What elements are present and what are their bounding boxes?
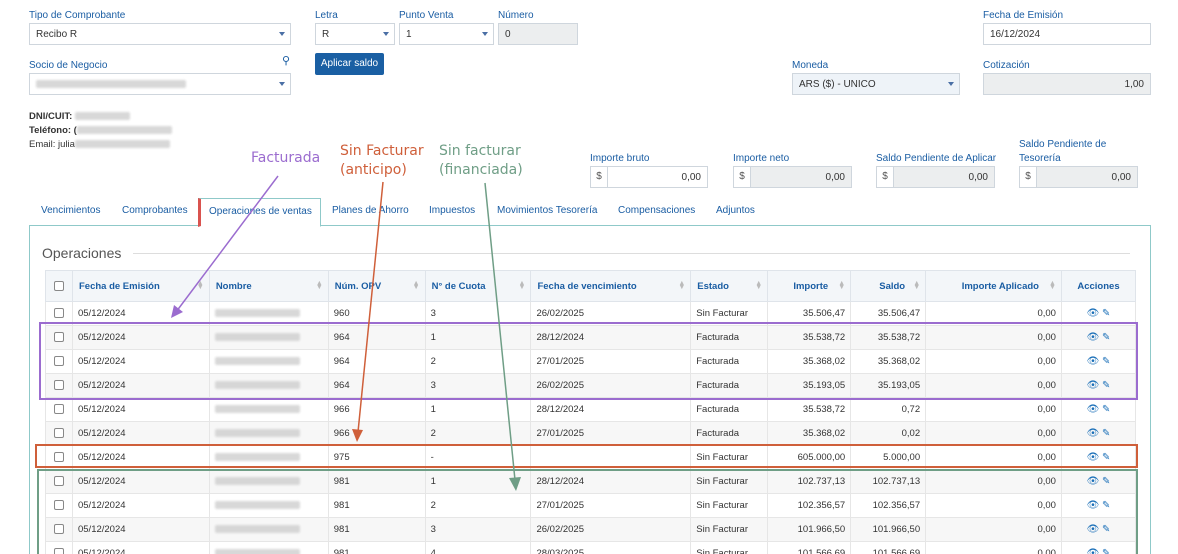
annotation-anticipo-2: (anticipo) (340, 162, 407, 178)
anticipo-arrowhead (352, 429, 363, 442)
anticipo-arrow (357, 181, 384, 433)
financiada-arrowhead (509, 477, 521, 491)
annotation-facturada: Facturada (251, 150, 321, 166)
annotation-anticipo-1: Sin Facturar (340, 143, 424, 159)
annotation-arrows (171, 175, 521, 491)
facturada-arrow (175, 175, 279, 313)
facturada-arrowhead (171, 305, 183, 318)
annotation-financiada-1: Sin facturar (439, 143, 521, 159)
annotation-financiada-2: (financiada) (439, 162, 523, 178)
financiada-arrow (484, 182, 516, 481)
